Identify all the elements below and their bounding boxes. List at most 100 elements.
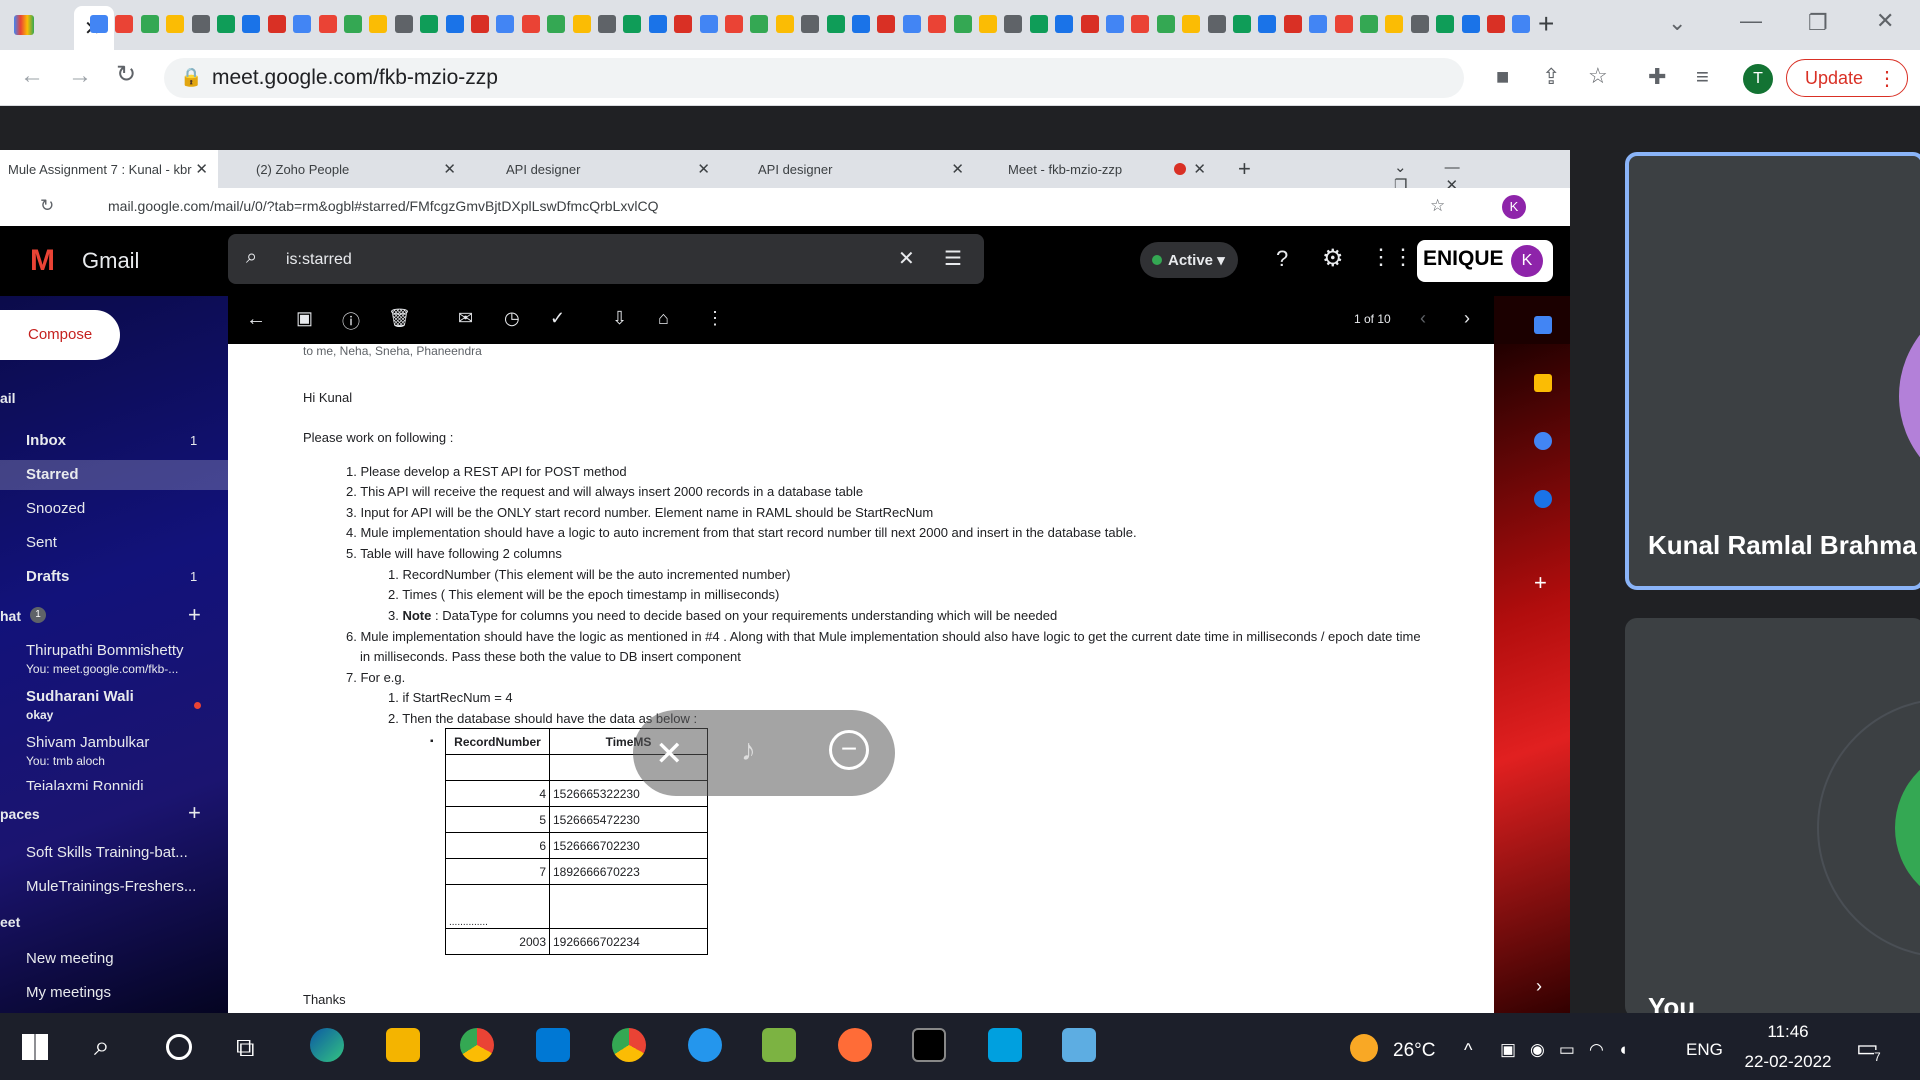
inner-tab[interactable]: (2) Zoho People ✕	[224, 150, 466, 188]
chat-item-name[interactable]: Tejalaxmi Ronnidi	[26, 778, 144, 790]
pinned-tab-icon[interactable]	[1385, 15, 1404, 33]
pinned-tab-icon[interactable]	[674, 15, 693, 33]
inner-tab[interactable]: API designer ✕	[470, 150, 720, 188]
remove-icon[interactable]: −	[829, 730, 869, 770]
pinned-tab-icon[interactable]	[750, 15, 769, 33]
pinned-tab-icon[interactable]	[166, 15, 185, 33]
postman-icon[interactable]	[838, 1028, 872, 1062]
restore-icon[interactable]: ❐	[1808, 12, 1828, 34]
pinned-tab-icon[interactable]	[420, 15, 439, 33]
pinned-tab-icon[interactable]	[90, 15, 108, 33]
chrome-icon[interactable]	[460, 1028, 494, 1062]
archive-icon[interactable]: ▣	[296, 308, 313, 329]
sidebar-item-snoozed[interactable]: Snoozed	[26, 500, 85, 517]
pinned-tab-icon[interactable]	[953, 15, 972, 33]
pinned-tab-icon[interactable]	[547, 15, 566, 33]
pinned-tab-icon[interactable]	[1233, 15, 1251, 33]
delete-icon[interactable]: 🗑	[388, 308, 411, 329]
pinned-tab-icon[interactable]	[471, 15, 489, 33]
language-indicator[interactable]: ENG	[1686, 1040, 1723, 1060]
sidebar-item-inbox[interactable]: Inbox	[26, 432, 66, 449]
pinned-tab-icon[interactable]	[394, 15, 413, 33]
pinned-tab-icon[interactable]	[344, 15, 362, 33]
chat-item-name[interactable]: Thirupathi Bommishetty	[26, 642, 184, 659]
weather-icon[interactable]	[1350, 1034, 1378, 1062]
pinned-tab-icon[interactable]	[115, 15, 134, 33]
notepad-icon[interactable]	[762, 1028, 796, 1062]
pinned-tab-icon[interactable]	[826, 15, 845, 33]
pinned-tab-icon[interactable]	[140, 15, 159, 33]
account-avatar[interactable]: K	[1511, 245, 1543, 277]
windows-start-icon[interactable]	[22, 1034, 48, 1060]
pinned-tab-icon[interactable]	[242, 15, 261, 33]
pinned-tab-icon[interactable]	[725, 15, 743, 33]
pinned-tab-icon[interactable]	[1156, 15, 1175, 33]
status-chip[interactable]: Active ▾	[1140, 242, 1238, 278]
gmail-logo-icon[interactable]: M	[30, 244, 55, 278]
pinned-tab-icon[interactable]	[928, 15, 947, 33]
pinned-tab-icon[interactable]	[1055, 15, 1074, 33]
pinned-tab-icon[interactable]	[801, 15, 820, 33]
inner-address-url[interactable]: mail.google.com/mail/u/0/?tab=rm&ogbl#st…	[108, 198, 658, 214]
pinned-tab-icon[interactable]	[1512, 15, 1531, 33]
next-page-icon[interactable]: ›	[1464, 308, 1470, 329]
minimize-icon[interactable]: —	[1740, 10, 1762, 32]
pinned-tab-icon[interactable]	[217, 15, 235, 33]
compose-button[interactable]: Compose	[0, 310, 120, 360]
tab-close-icon[interactable]: ✕	[951, 160, 964, 178]
pinned-tab-icon[interactable]	[699, 15, 718, 33]
search-options-icon[interactable]: ☰	[944, 246, 962, 271]
reload-icon[interactable]: ↻	[40, 196, 54, 216]
back-to-list-icon[interactable]: ←	[246, 308, 266, 331]
participant-tile-self[interactable]	[1625, 618, 1920, 1018]
pinned-tab-icon[interactable]	[902, 15, 921, 33]
pinned-tab-icon[interactable]	[293, 15, 312, 33]
prev-page-icon[interactable]: ‹	[1420, 308, 1426, 329]
pinned-tab-icon[interactable]	[877, 15, 896, 33]
search-input[interactable]: is:starred	[286, 251, 352, 269]
new-tab-icon[interactable]: +	[1238, 156, 1251, 182]
chrome-profile-icon[interactable]	[612, 1028, 646, 1062]
sidebar-item-sent[interactable]: Sent	[26, 534, 57, 551]
mail-icon[interactable]	[536, 1028, 570, 1062]
pinned-tab-icon[interactable]	[1360, 15, 1378, 33]
forward-icon[interactable]: →	[68, 64, 92, 88]
tab-search-chevron-icon[interactable]: ⌄	[1668, 12, 1686, 34]
pinned-tab-icon[interactable]	[623, 15, 642, 33]
tray-icons[interactable]: ▣◉▭◠◖	[1500, 1040, 1642, 1060]
task-view-icon[interactable]: ⧉	[236, 1032, 255, 1064]
docker-icon[interactable]	[688, 1028, 722, 1062]
chat-item-name[interactable]: Shivam Jambulkar	[26, 734, 149, 751]
my-meetings-link[interactable]: My meetings	[26, 984, 111, 1001]
pinned-tab-icon[interactable]	[369, 15, 388, 33]
extensions-icon[interactable]: ✚	[1648, 66, 1666, 88]
search-icon[interactable]: ⌕	[94, 1030, 110, 1063]
tray-chevron-icon[interactable]: ^	[1464, 1040, 1472, 1061]
pinned-tab-icon[interactable]	[445, 15, 464, 33]
clear-search-icon[interactable]: ✕	[898, 246, 915, 271]
camera-icon[interactable]: ■	[1496, 66, 1509, 88]
gmail-wordmark[interactable]: Gmail	[82, 248, 139, 274]
anypoint-studio-icon[interactable]	[988, 1028, 1022, 1062]
reading-list-icon[interactable]: ≡	[1696, 66, 1709, 88]
space-item[interactable]: MuleTrainings-Freshers...	[26, 878, 196, 895]
pinned-tab-icon[interactable]	[1207, 15, 1226, 33]
bookmark-star-icon[interactable]: ☆	[1588, 65, 1608, 87]
pinned-tab-icon[interactable]	[1487, 15, 1505, 33]
notes-app-icon[interactable]	[1062, 1028, 1096, 1062]
file-explorer-icon[interactable]	[386, 1028, 420, 1062]
pinned-tab-icon[interactable]	[1283, 15, 1302, 33]
profile-avatar[interactable]: T	[1743, 64, 1773, 94]
back-icon[interactable]: ←	[20, 64, 44, 88]
pinned-tab-icon[interactable]	[1258, 15, 1277, 33]
pinned-tab-icon[interactable]	[1436, 15, 1455, 33]
pinned-tab-icon[interactable]	[191, 15, 210, 33]
pinned-tab-icon[interactable]	[572, 15, 591, 33]
add-space-icon[interactable]: +	[188, 800, 201, 826]
recipients-line[interactable]: to me, Neha, Sneha, Phaneendra	[303, 344, 482, 358]
bookmark-star-icon[interactable]: ☆	[1430, 196, 1445, 216]
search-icon[interactable]: ⌕	[246, 246, 257, 269]
address-url[interactable]: meet.google.com/fkb-mzio-zzp	[212, 66, 498, 90]
pinned-tab-icon[interactable]	[775, 15, 794, 33]
clock-date[interactable]: 22-02-2022	[1736, 1052, 1840, 1072]
